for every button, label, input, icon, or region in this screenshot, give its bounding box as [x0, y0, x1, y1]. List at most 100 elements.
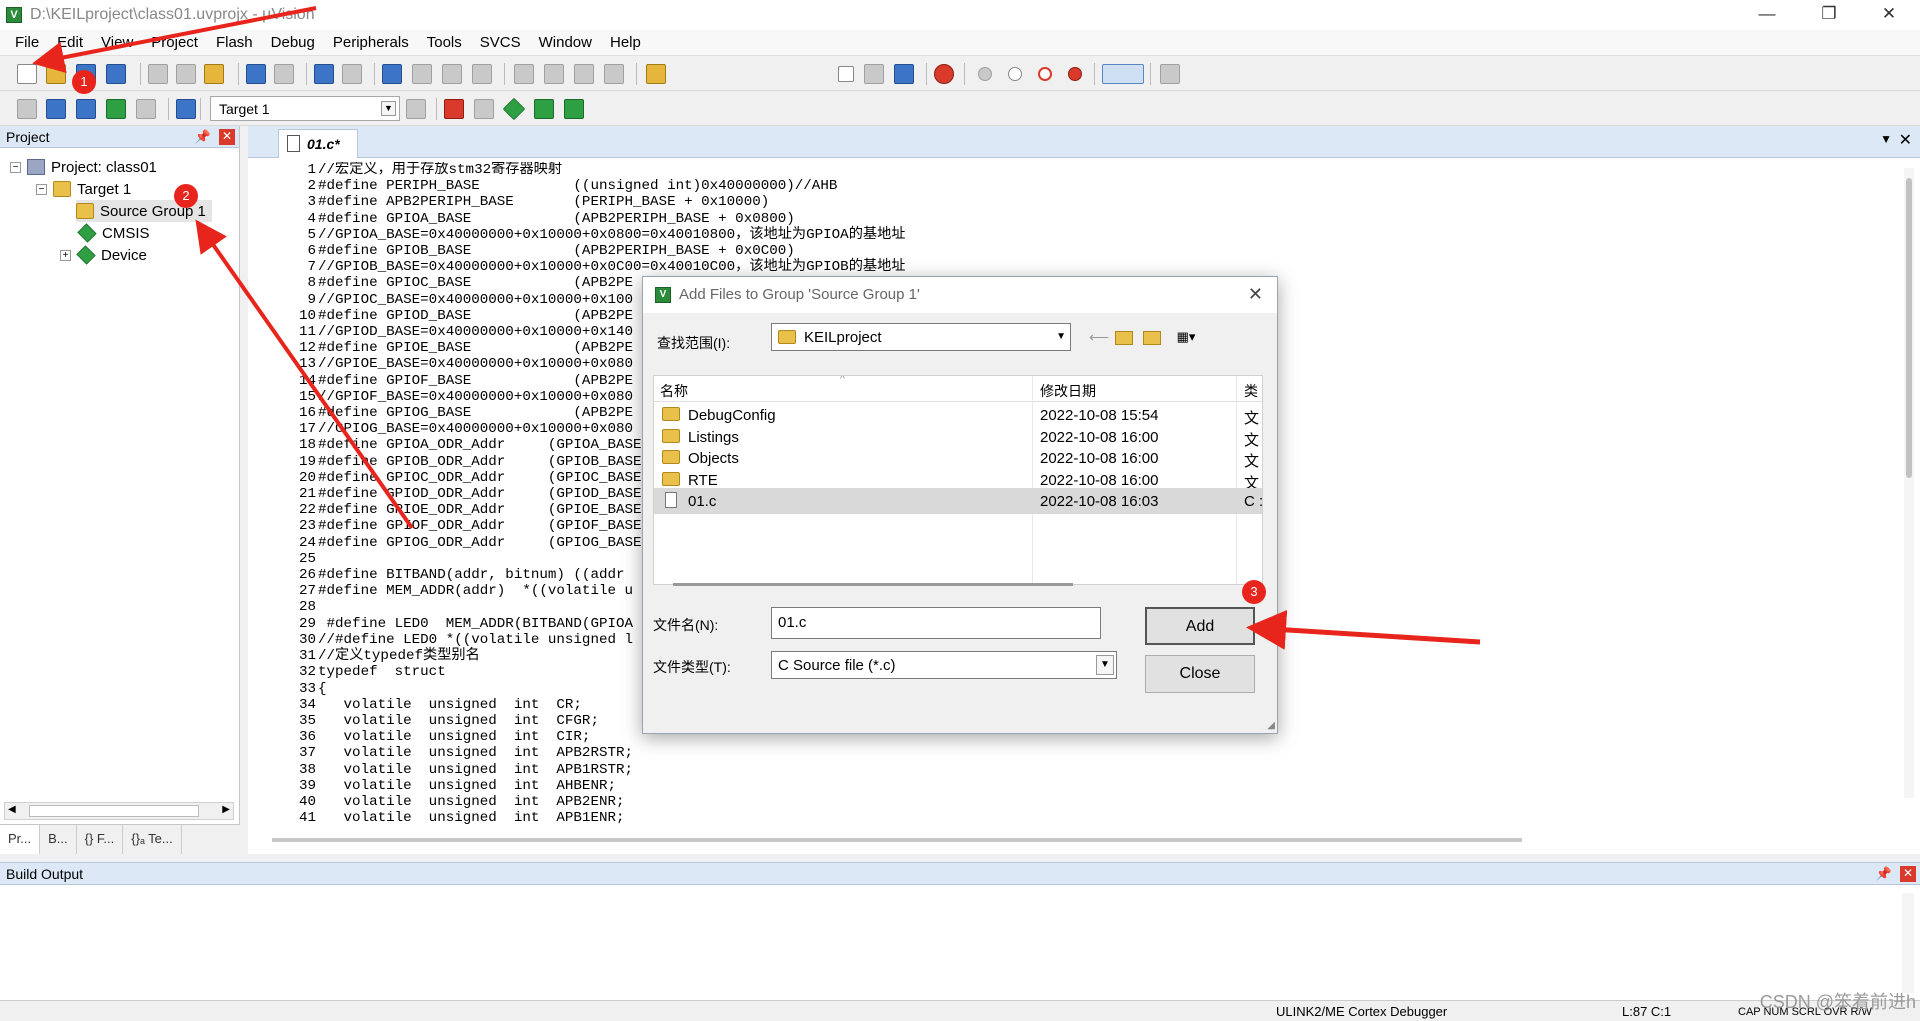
line-number: 8: [307, 275, 316, 292]
minimize-button[interactable]: —: [1744, 0, 1790, 30]
editor-hscrollbar[interactable]: [272, 838, 1522, 842]
menu-edit[interactable]: Edit: [48, 34, 92, 51]
close-panel-icon[interactable]: ✕: [1900, 866, 1916, 882]
nav-forward-icon[interactable]: [342, 64, 362, 84]
menu-view[interactable]: View: [92, 34, 142, 51]
menu-project[interactable]: Project: [142, 34, 207, 51]
open-file-icon[interactable]: [46, 64, 66, 84]
incremental-find-icon[interactable]: [864, 64, 884, 84]
scroll-left-icon[interactable]: ◀: [8, 804, 16, 815]
close-window-button[interactable]: ✕: [1866, 0, 1912, 30]
target-options-icon[interactable]: [406, 99, 426, 119]
redo-icon[interactable]: [274, 64, 294, 84]
pin-icon[interactable]: 📌: [195, 129, 211, 145]
project-hscrollbar[interactable]: ◀ ▶: [4, 802, 234, 820]
tab-functions[interactable]: {} F...: [77, 825, 124, 854]
uncomment-icon[interactable]: [604, 64, 624, 84]
find-in-files-icon[interactable]: [646, 64, 666, 84]
clear-bookmarks-icon[interactable]: [472, 64, 492, 84]
menu-flash[interactable]: Flash: [207, 34, 262, 51]
scroll-thumb[interactable]: [29, 805, 199, 817]
debug-session-icon[interactable]: [934, 64, 954, 84]
up-folder-icon[interactable]: [1115, 331, 1133, 345]
paste-icon[interactable]: [204, 64, 224, 84]
collapse-icon[interactable]: −: [36, 183, 47, 195]
tab-list-icon[interactable]: ▼: [1880, 132, 1892, 146]
collapse-icon[interactable]: −: [10, 161, 21, 173]
nav-back-icon[interactable]: [314, 64, 334, 84]
filename-input[interactable]: 01.c: [771, 607, 1101, 639]
prev-bookmark-icon[interactable]: [412, 64, 432, 84]
expand-icon[interactable]: +: [60, 249, 71, 261]
editor-vscrollbar[interactable]: [1904, 168, 1914, 798]
tab-project[interactable]: Pr...: [0, 825, 41, 854]
unindent-icon[interactable]: [544, 64, 564, 84]
menu-help[interactable]: Help: [601, 34, 650, 51]
menu-file[interactable]: File: [6, 34, 48, 51]
col-date[interactable]: 修改日期: [1040, 381, 1096, 401]
pack-installer-icon[interactable]: [534, 99, 554, 119]
back-icon[interactable]: ⟵: [1089, 329, 1109, 347]
close-button[interactable]: Close: [1145, 655, 1255, 693]
filetype-select[interactable]: C Source file (*.c) ▼: [771, 651, 1117, 679]
manage-components-icon[interactable]: [444, 99, 464, 119]
close-panel-icon[interactable]: ✕: [219, 129, 235, 145]
scroll-right-icon[interactable]: ▶: [222, 804, 230, 815]
file-row[interactable]: 01.c 2022-10-08 16:03 C :: [654, 488, 1262, 514]
undo-icon[interactable]: [246, 64, 266, 84]
add-files-dialog: V Add Files to Group 'Source Group 1' ✕ …: [642, 276, 1278, 734]
comment-icon[interactable]: [574, 64, 594, 84]
tab-templates[interactable]: {}ₐ Te...: [123, 825, 182, 854]
new-file-icon[interactable]: [17, 64, 37, 84]
add-button[interactable]: Add: [1145, 607, 1255, 645]
col-name[interactable]: 名称: [660, 381, 688, 401]
insert-breakpoint-icon[interactable]: [978, 67, 992, 81]
target-select[interactable]: Target 1 ▼: [210, 96, 400, 121]
next-bookmark-icon[interactable]: [442, 64, 462, 84]
close-tab-icon[interactable]: ✕: [1899, 130, 1912, 150]
tree-device[interactable]: + Device: [60, 244, 147, 266]
configure-icon[interactable]: [1160, 64, 1180, 84]
pin-icon[interactable]: 📌: [1876, 866, 1892, 882]
view-menu-icon[interactable]: ▦▾: [1171, 329, 1201, 347]
menu-debug[interactable]: Debug: [262, 34, 324, 51]
file-extensions-icon[interactable]: [474, 99, 494, 119]
kill-breakpoints-icon[interactable]: [1068, 67, 1082, 81]
run-time-env-icon[interactable]: [502, 97, 526, 121]
enable-breakpoint-icon[interactable]: [1008, 67, 1022, 81]
dialog-close-icon[interactable]: ✕: [1248, 284, 1263, 305]
disable-breakpoints-icon[interactable]: [1038, 67, 1052, 81]
translate-icon[interactable]: [17, 99, 37, 119]
new-folder-icon[interactable]: [1143, 331, 1161, 345]
build-icon[interactable]: [46, 99, 66, 119]
tree-target[interactable]: − Target 1: [36, 178, 131, 200]
menu-window[interactable]: Window: [530, 34, 601, 51]
stop-build-icon[interactable]: [136, 99, 156, 119]
indent-icon[interactable]: [514, 64, 534, 84]
menu-peripherals[interactable]: Peripherals: [324, 34, 418, 51]
window-layout-icon[interactable]: [1102, 64, 1144, 84]
cut-icon[interactable]: [148, 64, 168, 84]
menu-svcs[interactable]: SVCS: [471, 34, 530, 51]
tree-project[interactable]: − Project: class01: [10, 156, 157, 178]
scroll-thumb[interactable]: [1906, 178, 1912, 478]
lookin-select[interactable]: KEILproject ▼: [771, 323, 1071, 351]
find-dropdown-icon[interactable]: [838, 66, 854, 82]
batch-build-icon[interactable]: [106, 99, 126, 119]
menu-tools[interactable]: Tools: [418, 34, 471, 51]
file-list-hscrollbar[interactable]: [673, 583, 1073, 586]
browse-icon[interactable]: [894, 64, 914, 84]
maximize-button[interactable]: ❐: [1806, 0, 1852, 30]
save-all-icon[interactable]: [106, 64, 126, 84]
bookmark-icon[interactable]: [382, 64, 402, 84]
download-icon[interactable]: [176, 99, 196, 119]
tree-cmsis[interactable]: CMSIS: [77, 222, 150, 244]
col-type[interactable]: 类: [1244, 381, 1258, 401]
build-output-vscrollbar[interactable]: [1902, 893, 1914, 993]
tab-books[interactable]: B...: [40, 825, 77, 854]
resize-grip-icon[interactable]: ◢: [1267, 720, 1275, 731]
tab-01c[interactable]: 01.c*: [278, 129, 358, 158]
select-software-packs-icon[interactable]: [564, 99, 584, 119]
copy-icon[interactable]: [176, 64, 196, 84]
rebuild-icon[interactable]: [76, 99, 96, 119]
